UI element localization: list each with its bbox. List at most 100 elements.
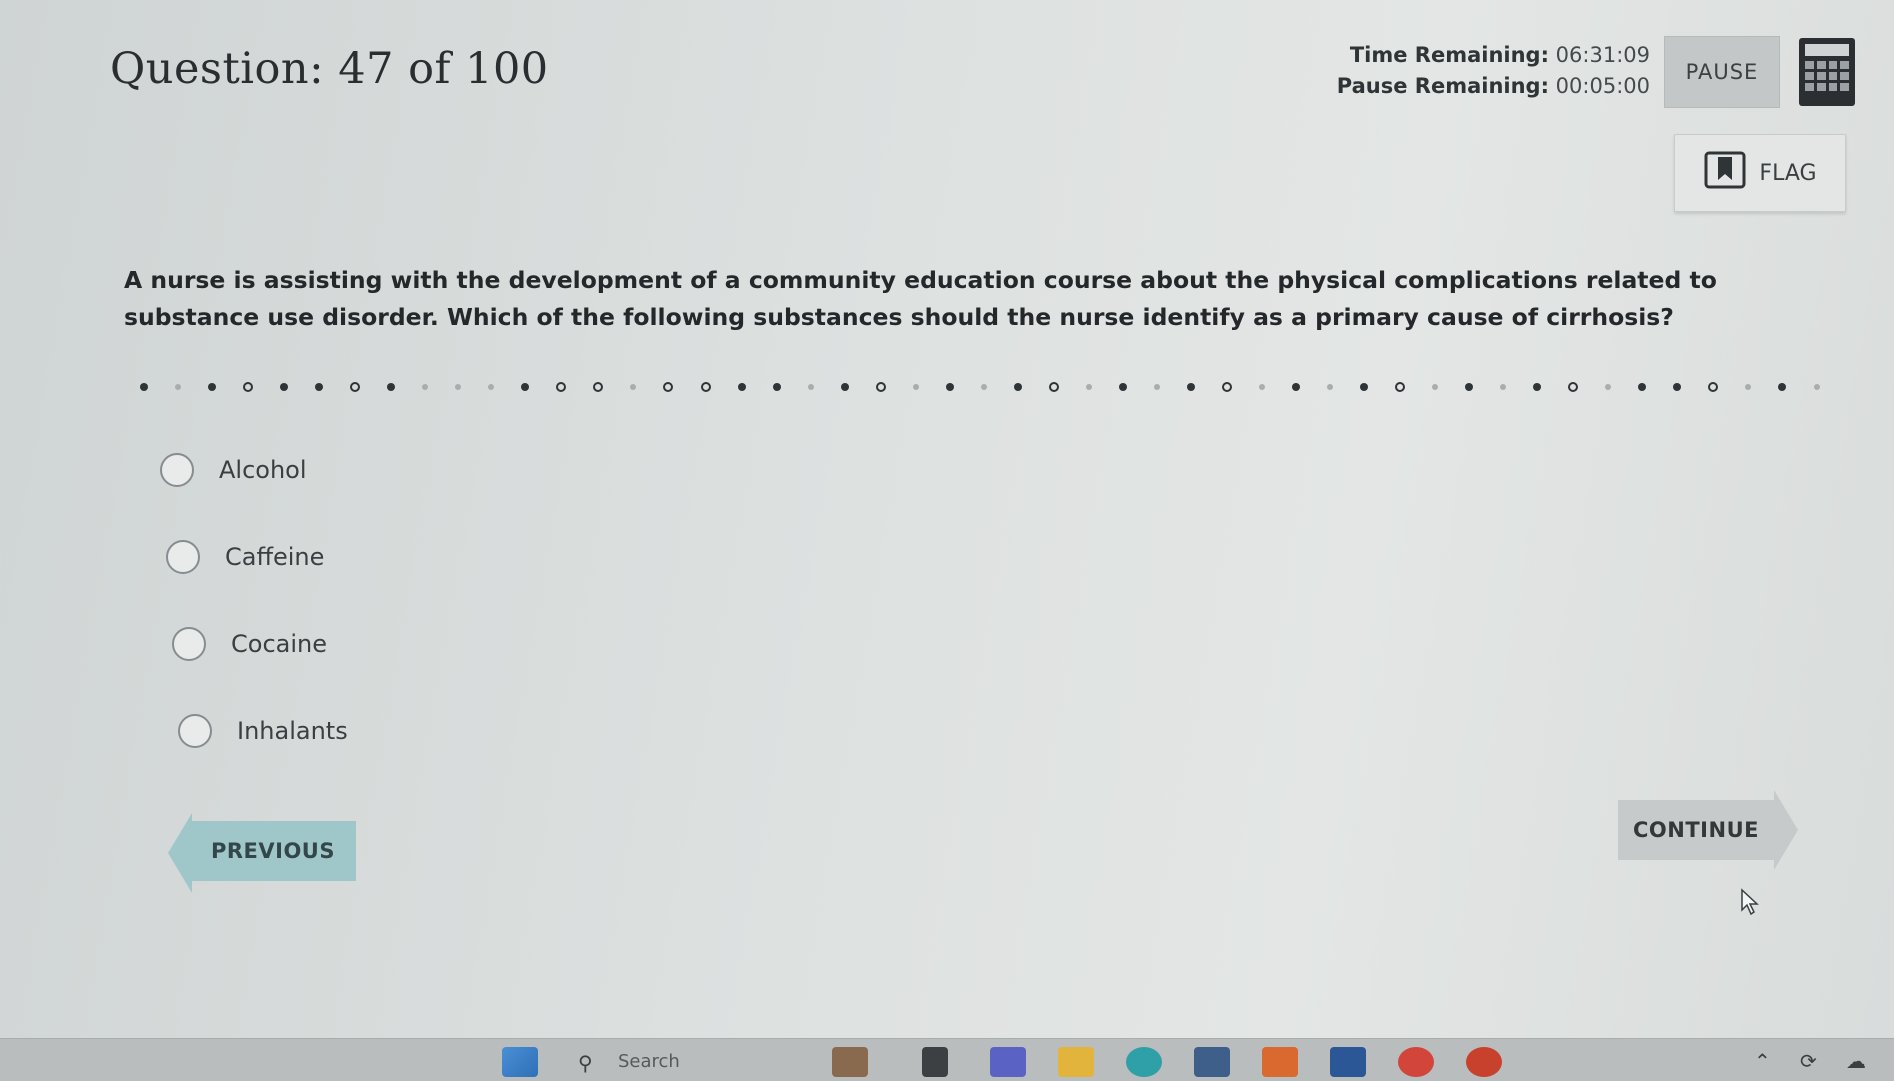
divider-dot <box>912 384 919 390</box>
divider-dot <box>1533 383 1542 391</box>
divider-dot <box>1778 383 1787 391</box>
word-icon[interactable] <box>1330 1047 1366 1077</box>
divider-dot <box>243 382 254 392</box>
divider-dot <box>488 384 495 390</box>
radio-button[interactable] <box>160 453 194 487</box>
answer-options: Alcohol Caffeine Cocaine Inhalants <box>160 450 348 798</box>
divider-dot <box>387 383 396 391</box>
pause-button[interactable]: PAUSE <box>1664 36 1780 108</box>
divider-dot <box>1605 384 1612 390</box>
divider-dot <box>1673 383 1682 391</box>
time-remaining-label: Time Remaining: <box>1349 43 1549 67</box>
divider-dot <box>1465 383 1474 391</box>
option-label: Caffeine <box>225 543 325 571</box>
divider-dot <box>700 382 711 392</box>
powerpoint-icon[interactable] <box>1466 1047 1502 1077</box>
mouse-cursor-icon <box>1740 888 1760 921</box>
divider-dot <box>208 383 217 391</box>
divider-dot <box>556 382 567 392</box>
taskbar-search[interactable]: Search <box>618 1051 680 1072</box>
divider-dot <box>280 383 289 391</box>
divider-dot <box>840 383 849 391</box>
office-icon[interactable] <box>1262 1047 1298 1077</box>
chevron-up-icon[interactable]: ⌃ <box>1754 1049 1771 1073</box>
divider-dot <box>422 384 429 390</box>
file-explorer-icon[interactable] <box>1058 1047 1094 1077</box>
chrome-icon[interactable] <box>1398 1047 1434 1077</box>
store-icon[interactable] <box>1194 1047 1230 1077</box>
divider-dot <box>1118 383 1127 391</box>
divider-dot <box>455 384 462 390</box>
divider-dot <box>1153 384 1160 390</box>
calculator-icon[interactable] <box>1799 38 1855 106</box>
divider-dot <box>1327 384 1334 390</box>
flag-button[interactable]: FLAG <box>1674 134 1846 212</box>
divider-dot <box>945 383 954 391</box>
timers-panel: Time Remaining: 06:31:09 Pause Remaining… <box>1337 40 1650 102</box>
continue-button[interactable]: CONTINUE <box>1618 790 1798 870</box>
pause-remaining-row: Pause Remaining: 00:05:00 <box>1337 71 1650 102</box>
time-remaining-row: Time Remaining: 06:31:09 <box>1337 40 1650 71</box>
pause-remaining-value: 00:05:00 <box>1555 74 1650 98</box>
divider-dots <box>140 376 1820 398</box>
option-label: Alcohol <box>219 456 307 484</box>
taskbar: ⚲ Search ⌃ ⟳ ☁ <box>0 1038 1894 1081</box>
widgets-icon[interactable] <box>832 1047 868 1077</box>
previous-button[interactable]: PREVIOUS <box>168 813 356 893</box>
divider-dot <box>1708 382 1719 392</box>
option-alcohol[interactable]: Alcohol <box>160 450 348 490</box>
option-caffeine[interactable]: Caffeine <box>166 537 348 577</box>
arrow-left-icon <box>168 813 192 893</box>
divider-dot <box>521 383 530 391</box>
divider-dot <box>1360 383 1369 391</box>
divider-dot <box>1013 383 1022 391</box>
divider-dot <box>1259 384 1265 390</box>
radio-button[interactable] <box>172 627 206 661</box>
flag-label: FLAG <box>1759 160 1817 186</box>
divider-dot <box>737 383 746 391</box>
divider-dot <box>772 383 781 391</box>
divider-dot <box>663 382 674 392</box>
divider-dot <box>875 382 886 392</box>
divider-dot <box>1638 383 1647 391</box>
divider-dot <box>1395 382 1406 392</box>
teams-icon[interactable] <box>990 1047 1026 1077</box>
divider-dot <box>630 384 637 390</box>
edge-browser-icon[interactable] <box>1126 1047 1162 1077</box>
pause-remaining-label: Pause Remaining: <box>1336 74 1549 98</box>
divider-dot <box>1048 382 1059 392</box>
time-remaining-value: 06:31:09 <box>1555 43 1650 67</box>
cloud-icon[interactable]: ☁ <box>1846 1049 1866 1073</box>
windows-start-icon[interactable] <box>502 1047 538 1077</box>
divider-dot <box>1745 384 1752 390</box>
divider-dot <box>1568 382 1579 392</box>
divider-dot <box>175 384 182 390</box>
divider-dot <box>807 384 814 390</box>
sync-icon[interactable]: ⟳ <box>1800 1049 1817 1073</box>
question-header: Question: 47 of 100 <box>110 44 549 94</box>
option-label: Cocaine <box>231 630 327 658</box>
divider-dot <box>593 382 604 392</box>
divider-dot <box>1221 382 1232 392</box>
task-view-icon[interactable] <box>922 1047 948 1077</box>
radio-button[interactable] <box>178 714 212 748</box>
search-icon[interactable]: ⚲ <box>578 1051 593 1076</box>
previous-label: PREVIOUS <box>190 821 356 881</box>
radio-button[interactable] <box>166 540 200 574</box>
continue-label: CONTINUE <box>1618 800 1774 860</box>
divider-dot <box>1292 383 1301 391</box>
divider-dot <box>140 383 148 391</box>
divider-dot <box>350 382 361 392</box>
arrow-right-icon <box>1774 790 1798 870</box>
bookmark-icon <box>1703 150 1747 196</box>
divider-dot <box>1432 384 1439 390</box>
option-inhalants[interactable]: Inhalants <box>178 711 348 751</box>
divider-dot <box>980 384 987 390</box>
divider-dot <box>315 383 324 391</box>
divider-dot <box>1186 383 1195 391</box>
divider-dot <box>1500 384 1507 390</box>
question-text: A nurse is assisting with the developmen… <box>124 266 1717 331</box>
divider-dot <box>1813 384 1820 390</box>
divider-dot <box>1085 384 1092 390</box>
option-cocaine[interactable]: Cocaine <box>172 624 348 664</box>
